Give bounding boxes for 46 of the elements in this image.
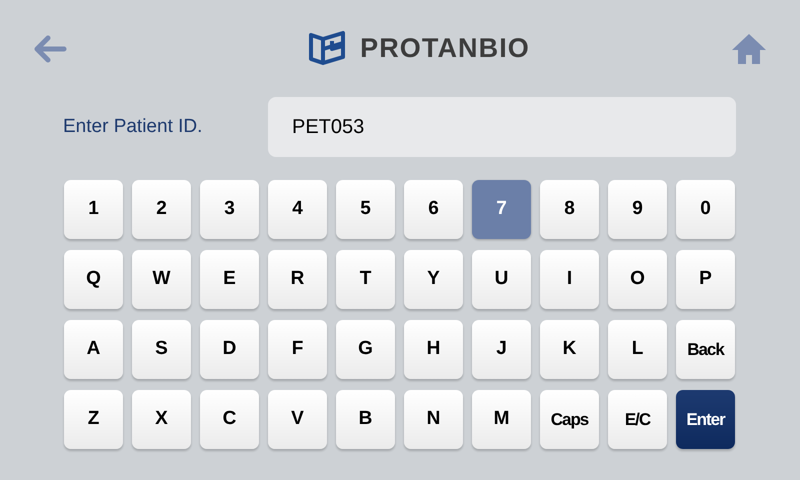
keyboard-key[interactable]: P — [676, 250, 735, 309]
keyboard-key[interactable]: L — [608, 320, 667, 379]
keyboard-key[interactable]: J — [472, 320, 531, 379]
keyboard-key[interactable]: H — [404, 320, 463, 379]
keyboard-key[interactable]: 7 — [472, 180, 531, 239]
keyboard-key[interactable]: 9 — [608, 180, 667, 239]
keyboard-key[interactable]: 5 — [336, 180, 395, 239]
keyboard-key[interactable]: E — [200, 250, 259, 309]
keyboard-key[interactable]: G — [336, 320, 395, 379]
patient-id-field[interactable]: PET053 — [268, 97, 736, 157]
back-arrow-icon — [33, 34, 67, 62]
keyboard-key[interactable]: Y — [404, 250, 463, 309]
brand-name: PROTANBIO — [360, 32, 530, 66]
keyboard-key[interactable]: 3 — [200, 180, 259, 239]
keyboard-key[interactable]: 6 — [404, 180, 463, 239]
keyboard-key[interactable]: W — [132, 250, 191, 309]
keyboard-key[interactable]: Enter — [676, 390, 735, 449]
keyboard-key[interactable]: 4 — [268, 180, 327, 239]
keyboard-key[interactable]: T — [336, 250, 395, 309]
keyboard-key[interactable]: X — [132, 390, 191, 449]
keyboard-key[interactable]: A — [64, 320, 123, 379]
keyboard-key[interactable]: O — [608, 250, 667, 309]
keyboard-key[interactable]: R — [268, 250, 327, 309]
keyboard-key[interactable]: F — [268, 320, 327, 379]
keyboard-key[interactable]: K — [540, 320, 599, 379]
keyboard-key[interactable]: 1 — [64, 180, 123, 239]
keyboard-key[interactable]: I — [540, 250, 599, 309]
home-button[interactable] — [731, 32, 767, 66]
keyboard-key[interactable]: Caps — [540, 390, 599, 449]
keyboard-key[interactable]: Z — [64, 390, 123, 449]
home-icon — [731, 32, 767, 64]
keyboard-key[interactable]: C — [200, 390, 259, 449]
keyboard-key[interactable]: U — [472, 250, 531, 309]
keyboard-key[interactable]: 8 — [540, 180, 599, 239]
keyboard-key[interactable]: S — [132, 320, 191, 379]
keyboard-key[interactable]: D — [200, 320, 259, 379]
keyboard-key[interactable]: B — [336, 390, 395, 449]
keyboard-key[interactable]: M — [472, 390, 531, 449]
keyboard-key[interactable]: N — [404, 390, 463, 449]
keyboard-key[interactable]: Back — [676, 320, 735, 379]
field-label: Enter Patient ID. — [63, 114, 204, 139]
keyboard-key[interactable]: E/C — [608, 390, 667, 449]
keyboard-key[interactable]: V — [268, 390, 327, 449]
keyboard-key[interactable]: 2 — [132, 180, 191, 239]
keyboard-key[interactable]: 0 — [676, 180, 735, 239]
keyboard-key[interactable]: Q — [64, 250, 123, 309]
